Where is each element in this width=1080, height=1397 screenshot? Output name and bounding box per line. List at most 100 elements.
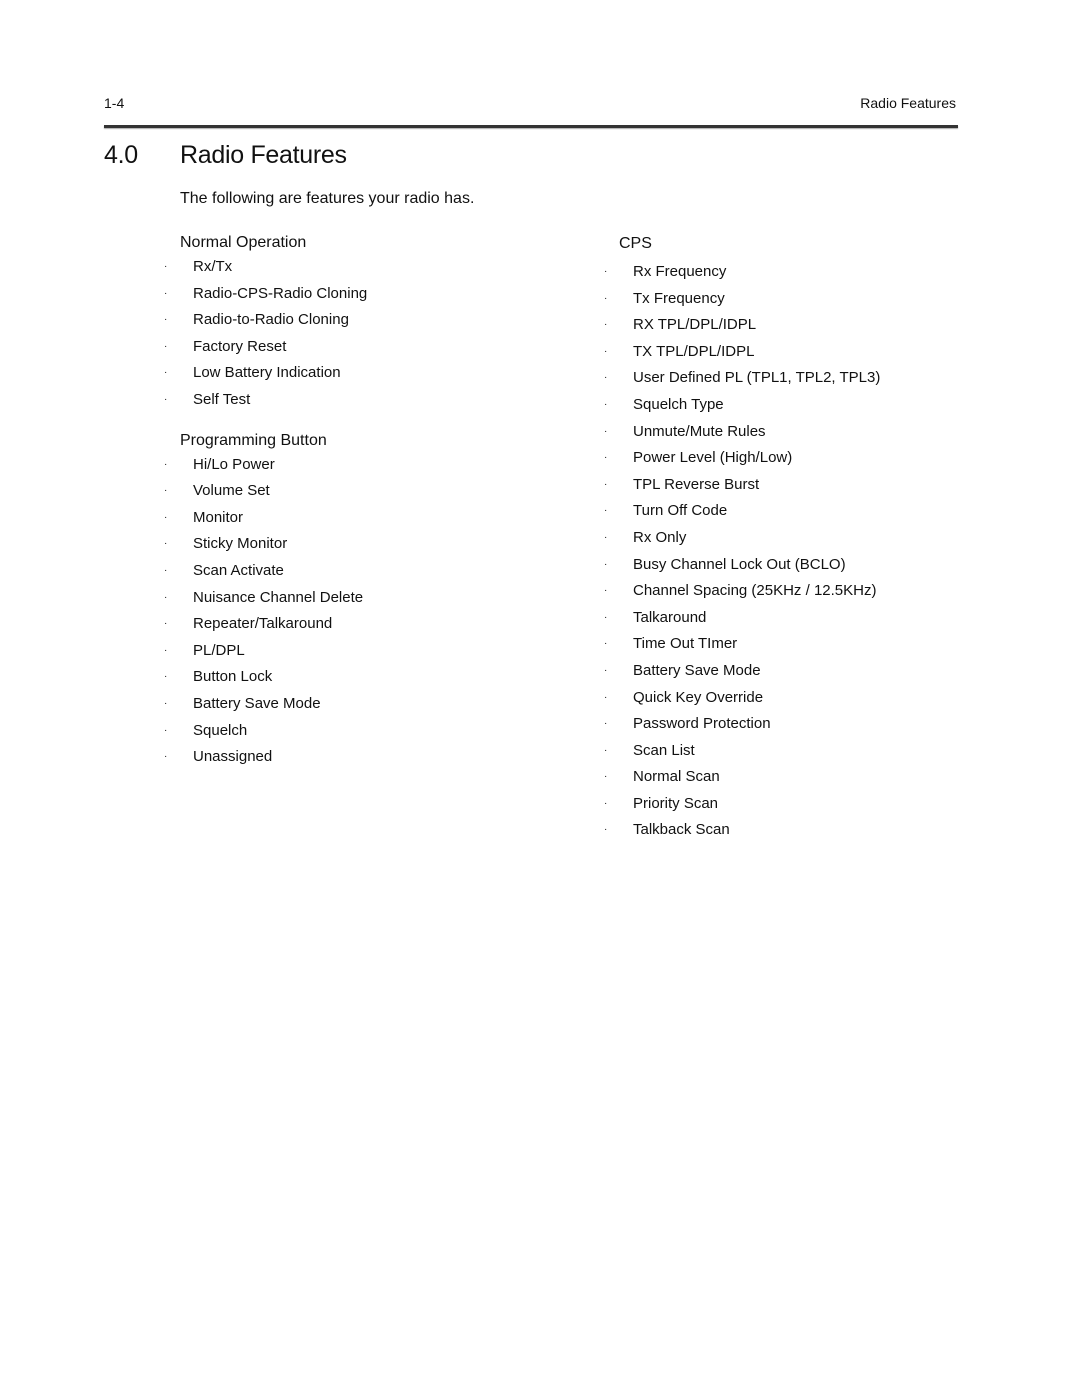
feature-item: · RX TPL/DPL/IDPL bbox=[604, 315, 1004, 342]
feature-item: · Password Protection bbox=[604, 714, 1004, 741]
feature-label: Hi/Lo Power bbox=[193, 455, 275, 473]
feature-label: Password Protection bbox=[633, 715, 771, 733]
feature-label: Unmute/Mute Rules bbox=[633, 422, 766, 440]
bullet-icon: · bbox=[604, 797, 608, 809]
feature-item: · Button Lock bbox=[164, 667, 564, 694]
bullet-icon: · bbox=[164, 458, 168, 470]
feature-item: · Rx Frequency bbox=[604, 262, 1004, 289]
feature-label: Button Lock bbox=[193, 668, 273, 686]
bullet-icon: · bbox=[164, 618, 168, 630]
feature-item: · Talkback Scan bbox=[604, 820, 1004, 847]
feature-label: Nuisance Channel Delete bbox=[193, 588, 364, 606]
header-rule bbox=[104, 125, 958, 128]
bullet-icon: · bbox=[164, 511, 168, 523]
feature-item: · Low Battery Indication bbox=[164, 363, 564, 390]
feature-label: RX TPL/DPL/IDPL bbox=[633, 316, 757, 334]
bullet-icon: · bbox=[164, 367, 168, 379]
feature-item: · Squelch bbox=[164, 721, 564, 748]
feature-item: · User Defined PL (TPL1, TPL2, TPL3) bbox=[604, 368, 1004, 395]
group-title-normal-operation: Normal Operation bbox=[180, 234, 307, 251]
bullet-icon: · bbox=[604, 638, 608, 650]
feature-item: · Priority Scan bbox=[604, 794, 1004, 821]
bullet-icon: · bbox=[604, 531, 608, 543]
feature-label: Normal Scan bbox=[633, 768, 720, 786]
group-title-programming-button: Programming Button bbox=[180, 431, 327, 449]
bullet-icon: · bbox=[164, 314, 168, 326]
bullet-icon: · bbox=[164, 671, 168, 683]
feature-label: Unassigned bbox=[193, 748, 273, 766]
bullet-icon: · bbox=[604, 372, 608, 384]
left-column: Normal Operation · Rx/Tx · Radio-CPS-Radio … bbox=[164, 233, 564, 774]
feature-label: Power Level (High/Low) bbox=[633, 449, 793, 467]
normal-operation-list: · Rx/Tx · Radio-CPS-Radio Cloning · Radio-to-… bbox=[164, 257, 564, 417]
feature-item: · TPL Reverse Burst bbox=[604, 475, 1004, 502]
feature-item: · Self Test bbox=[164, 390, 564, 417]
feature-label: Talkback Scan bbox=[633, 821, 730, 839]
bullet-icon: · bbox=[604, 478, 608, 490]
bullet-icon: · bbox=[604, 452, 608, 464]
feature-label: Self Test bbox=[193, 390, 251, 408]
feature-item: · Factory Reset bbox=[164, 337, 564, 364]
feature-item: · Scan Activate bbox=[164, 561, 564, 588]
feature-label: Priority Scan bbox=[633, 794, 719, 812]
bullet-icon: · bbox=[604, 319, 608, 331]
feature-label: Sticky Monitor bbox=[193, 535, 288, 553]
bullet-icon: · bbox=[164, 724, 168, 736]
bullet-icon: · bbox=[604, 824, 608, 836]
feature-label: Channel Spacing (25KHz / 12.5KHz) bbox=[633, 582, 877, 600]
bullet-icon: · bbox=[604, 505, 608, 517]
bullet-icon: · bbox=[164, 287, 168, 299]
feature-item: · Hi/Lo Power bbox=[164, 455, 564, 482]
feature-item: · Volume Set bbox=[164, 481, 564, 508]
bullet-icon: · bbox=[604, 398, 608, 410]
bullet-icon: · bbox=[604, 558, 608, 570]
group-title-cps: CPS bbox=[619, 235, 652, 252]
bullet-icon: · bbox=[604, 585, 608, 597]
feature-label: Volume Set bbox=[193, 482, 270, 500]
right-column: CPS · Rx Frequency · Tx Frequency · RX TPL/DP… bbox=[604, 234, 1004, 847]
bullet-icon: · bbox=[604, 425, 608, 437]
feature-label: Quick Key Override bbox=[633, 688, 764, 706]
feature-item: · Sticky Monitor bbox=[164, 534, 564, 561]
feature-item: · Power Level (High/Low) bbox=[604, 448, 1004, 475]
intro-text: The following are features your radio ha… bbox=[180, 190, 475, 207]
feature-label: Scan Activate bbox=[193, 561, 284, 579]
bullet-icon: · bbox=[164, 340, 168, 352]
bullet-icon: · bbox=[164, 393, 168, 405]
bullet-icon: · bbox=[604, 771, 608, 783]
feature-item: · Normal Scan bbox=[604, 767, 1004, 794]
feature-item: · Scan List bbox=[604, 741, 1004, 768]
bullet-icon: · bbox=[604, 718, 608, 730]
feature-label: Squelch Type bbox=[633, 395, 724, 413]
feature-item: · Tx Frequency bbox=[604, 289, 1004, 316]
programming-button-list: · Hi/Lo Power · Volume Set · Monitor · Sticky M… bbox=[164, 455, 564, 774]
bullet-icon: · bbox=[604, 664, 608, 676]
feature-item: · Repeater/Talkaround bbox=[164, 614, 564, 641]
feature-item: · Busy Channel Lock Out (BCLO) bbox=[604, 555, 1004, 582]
feature-label: Squelch bbox=[193, 721, 248, 739]
bullet-icon: · bbox=[604, 292, 608, 304]
feature-item: · Quick Key Override bbox=[604, 688, 1004, 715]
feature-label: Factory Reset bbox=[193, 337, 287, 355]
feature-label: Tx Frequency bbox=[633, 289, 725, 307]
feature-item: · Squelch Type bbox=[604, 395, 1004, 422]
bullet-icon: · bbox=[604, 611, 608, 623]
feature-label: Busy Channel Lock Out (BCLO) bbox=[633, 555, 846, 573]
feature-item: · Unmute/Mute Rules bbox=[604, 422, 1004, 449]
feature-item: · TX TPL/DPL/IDPL bbox=[604, 342, 1004, 369]
section-heading: 4.0 Radio Features bbox=[104, 141, 347, 170]
feature-label: Battery Save Mode bbox=[193, 694, 321, 712]
feature-label: Rx Frequency bbox=[633, 263, 727, 280]
section-number: 4.0 bbox=[104, 141, 138, 169]
feature-item: · Battery Save Mode bbox=[604, 661, 1004, 688]
feature-label: Battery Save Mode bbox=[633, 661, 761, 679]
feature-label: PL/DPL bbox=[193, 641, 245, 659]
feature-item: · Rx/Tx bbox=[164, 257, 564, 284]
feature-label: Scan List bbox=[633, 741, 695, 759]
feature-label: Low Battery Indication bbox=[193, 364, 341, 382]
feature-label: Rx Only bbox=[633, 528, 687, 546]
feature-label: Talkaround bbox=[633, 608, 707, 626]
feature-label: Turn Off Code bbox=[633, 502, 728, 520]
feature-item: · Unassigned bbox=[164, 747, 564, 774]
feature-item: · PL/DPL bbox=[164, 641, 564, 668]
